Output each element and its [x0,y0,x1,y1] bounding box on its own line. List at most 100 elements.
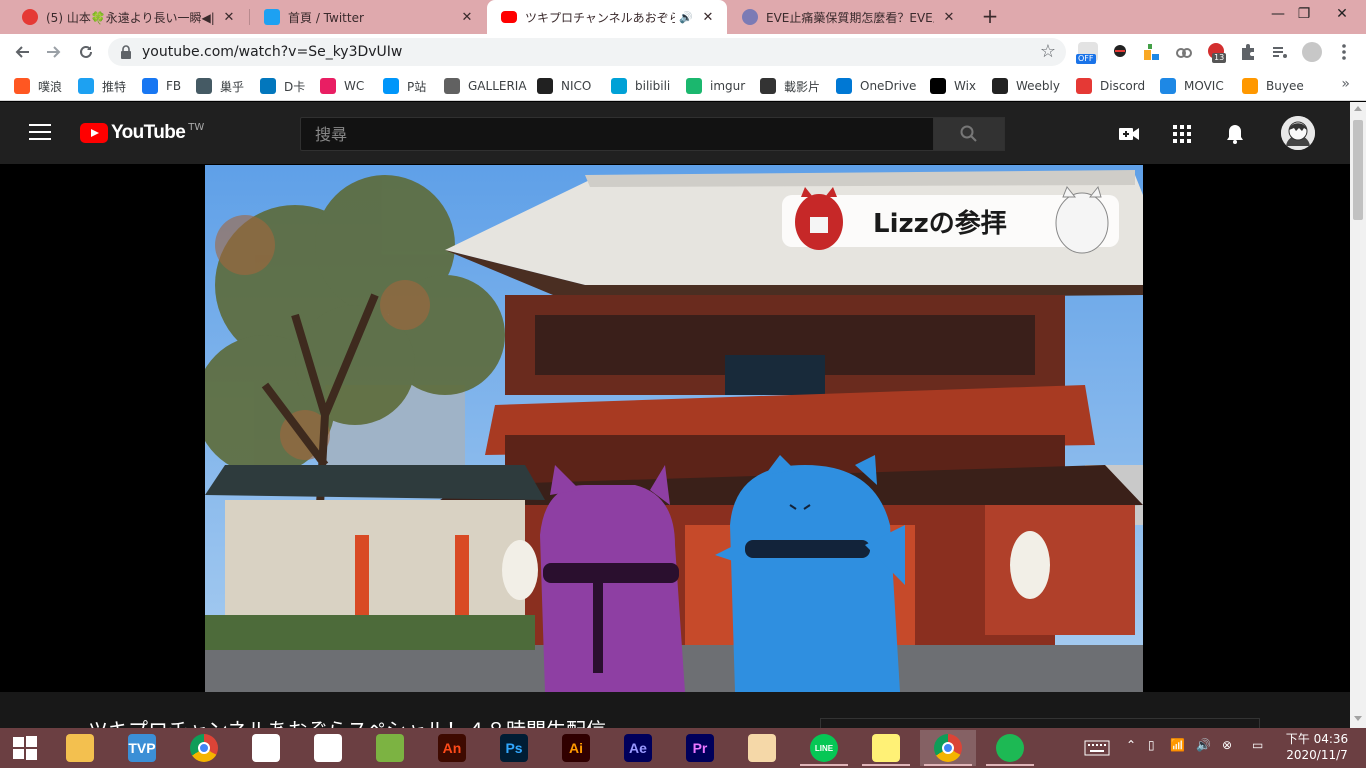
search-button[interactable] [933,117,1005,151]
notifications-bell-icon[interactable] [1224,123,1246,145]
taskbar-app-animate[interactable]: An [424,730,480,766]
tab-plurk[interactable]: (5) 山本🍀永遠より長い一瞬◀|⁴⁶ ✕ [8,0,248,34]
youtube-logo[interactable]: YouTube TW [80,122,204,144]
bookmark-favicon-icon [196,78,212,94]
bookmark-item[interactable]: OneDrive [836,76,916,96]
tab-eve[interactable]: EVE止痛藥保質期怎麼看？EVE止 ✕ [728,0,968,34]
back-button[interactable] [10,40,34,64]
taskbar-app-paint-tool[interactable] [362,730,418,766]
action-center-icon[interactable]: ▭ [1252,738,1263,752]
arrow-left-icon [15,46,29,58]
battery-icon[interactable]: ▯ [1148,738,1155,752]
bookmark-label: bilibili [635,79,671,93]
taskbar-app-clip-studio-1[interactable] [238,730,294,766]
bookmarks-more-button[interactable]: » [1341,76,1350,92]
extensions-puzzle-icon[interactable] [1238,42,1258,62]
paint-tool-icon [376,734,404,762]
new-tab-button[interactable]: + [978,5,1002,29]
taskbar-app-sticky-notes[interactable] [858,730,914,766]
tab-title: EVE止痛藥保質期怎麼看？EVE止 [766,10,934,25]
bookmark-item[interactable]: P站 [383,76,426,96]
bookmark-item[interactable]: WC [320,76,364,96]
taskbar-app-chrome-active[interactable] [920,730,976,766]
keyboard-icon[interactable] [1084,740,1110,759]
search-box[interactable] [300,117,934,151]
bookmark-item[interactable]: bilibili [611,76,670,96]
scroll-up-arrow-icon[interactable] [1354,106,1362,111]
puzzle-icon [1242,44,1254,60]
notification-muted-icon[interactable]: ⊗ [1222,738,1232,752]
volume-icon[interactable]: 🔊 [1196,738,1211,752]
bookmark-item[interactable]: MOVIC [1160,76,1224,96]
photoshop-icon: Ps [500,734,528,762]
forward-button[interactable] [42,40,66,64]
scroll-thumb[interactable] [1353,120,1363,220]
bookmark-item[interactable]: 推特 [78,76,126,96]
tab-twitter[interactable]: 首頁 / Twitter ✕ [250,0,486,34]
taskbar-app-paint[interactable] [734,730,790,766]
url-text[interactable]: youtube.com/watch?v=Se_ky3DvUIw [142,44,402,60]
bookmark-item[interactable]: 巢乎 [196,76,244,96]
network-signal-icon[interactable]: 📶 [1170,738,1185,752]
adblock-extension-icon[interactable]: 13 [1206,42,1227,63]
tab-close-icon[interactable]: ✕ [220,10,238,25]
taskbar-app-illustrator[interactable]: Ai [548,730,604,766]
media-control-icon[interactable] [1270,42,1290,62]
taskbar-app-photoshop[interactable]: Ps [486,730,542,766]
scroll-down-arrow-icon[interactable] [1354,716,1362,721]
taskbar-app-chrome[interactable] [176,730,232,766]
address-bar[interactable]: youtube.com/watch?v=Se_ky3DvUIw ☆ [108,38,1066,66]
taskbar-app-clip-studio-2[interactable] [300,730,356,766]
extension-off-icon[interactable]: OFF [1076,42,1098,64]
link-extension-icon[interactable] [1174,42,1194,62]
bookmark-item[interactable]: 載影片 [760,76,820,96]
taskbar-app-after-effects[interactable]: Ae [610,730,666,766]
video-player[interactable]: Lizzの参拝 [205,165,1143,692]
bookmark-item[interactable]: D卡 [260,76,305,96]
create-video-icon[interactable] [1118,123,1140,145]
start-button[interactable] [0,730,50,766]
ninja-extension-icon[interactable] [1110,42,1130,62]
tab-close-icon[interactable]: ✕ [940,10,958,25]
profile-avatar-icon[interactable] [1302,42,1322,62]
bookmark-item[interactable]: 噗浪 [14,76,62,96]
chrome-icon [190,734,218,762]
tab-close-icon[interactable]: ✕ [458,10,476,25]
taskbar-clock[interactable]: 下午 04:36 2020/11/7 [1282,731,1352,763]
bookmark-item[interactable]: Wix [930,76,976,96]
bookmark-item[interactable]: Buyee [1242,76,1304,96]
taskbar-app-line[interactable]: LINE [796,730,852,766]
taskbar-app-file-explorer[interactable] [52,730,108,766]
audio-playing-icon[interactable]: 🔊 [679,11,693,24]
taskbar-app-spotify[interactable] [982,730,1038,766]
user-avatar[interactable] [1281,116,1315,150]
tray-overflow-chevron-icon[interactable]: ⌃ [1126,738,1136,752]
tab-close-icon[interactable]: ✕ [699,10,717,25]
sticky-notes-icon [872,734,900,762]
chrome-menu-icon[interactable] [1334,42,1354,62]
tab-youtube[interactable]: ツキプロチャンネルあおぞら 🔊 ✕ [487,0,727,34]
bookmark-item[interactable]: NICO [537,76,591,96]
menu-hamburger-icon[interactable] [29,124,51,142]
reload-button[interactable] [74,40,98,64]
bookmarks-bar: 噗浪 推特 FB 巢乎 D卡 WC P站 GALLERIA NICO bilibili imgur 載… [0,70,1366,101]
bookmark-item[interactable]: GALLERIA [444,76,527,96]
extension-count-badge: 13 [1212,53,1227,63]
taskbar-app-premiere[interactable]: Pr [672,730,728,766]
taskbar-app-tvp[interactable]: TVP [114,730,170,766]
bookmark-item[interactable]: FB [142,76,181,96]
windows-taskbar: TVP An Ps Ai Ae Pr LINE ⌃ ▯ 📶 🔊 ⊗ ▭ 下午 04:36 2… [0,728,1366,768]
restore-button[interactable]: ❐ [1284,0,1324,30]
search-input[interactable] [301,118,933,150]
bookmark-star-icon[interactable]: ☆ [1040,41,1056,62]
close-window-button[interactable]: ✕ [1322,0,1362,30]
page-scrollbar[interactable] [1350,102,1366,728]
apps-grid-icon[interactable] [1171,123,1193,145]
tampermonkey-extension-icon[interactable] [1142,42,1162,62]
lock-icon[interactable] [120,44,132,60]
bookmark-item[interactable]: Discord [1076,76,1145,96]
bookmark-item[interactable]: Weebly [992,76,1060,96]
bookmark-favicon-icon [14,78,30,94]
bookmark-favicon-icon [1160,78,1176,94]
bookmark-item[interactable]: imgur [686,76,745,96]
